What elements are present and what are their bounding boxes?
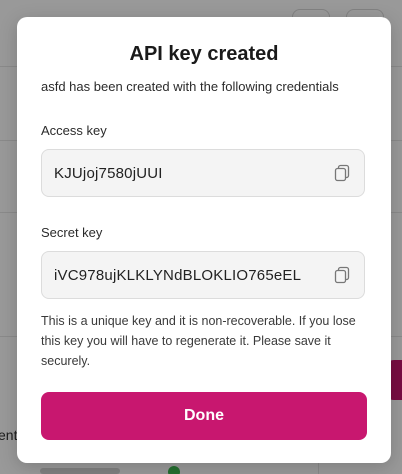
dialog-subtitle: asfd has been created with the following… — [41, 79, 339, 94]
access-key-field[interactable]: KJUjoj7580jUUI — [41, 149, 365, 197]
warning-note: This is a unique key and it is non-recov… — [41, 314, 356, 368]
copy-icon[interactable] — [332, 163, 352, 183]
copy-icon[interactable] — [332, 265, 352, 285]
done-button[interactable]: Done — [41, 392, 367, 440]
secret-key-value[interactable]: iVC978ujKLKLYNdBLOKLIO765eEL — [54, 267, 301, 284]
api-key-created-dialog: API key created asfd has been created wi… — [17, 17, 391, 463]
secret-key-field[interactable]: iVC978ujKLKLYNdBLOKLIO765eEL — [41, 251, 365, 299]
secret-key-label: Secret key — [41, 225, 103, 240]
access-key-label: Access key — [41, 123, 107, 138]
dialog-title: API key created — [129, 43, 279, 65]
access-key-value[interactable]: KJUjoj7580jUUI — [54, 165, 163, 182]
